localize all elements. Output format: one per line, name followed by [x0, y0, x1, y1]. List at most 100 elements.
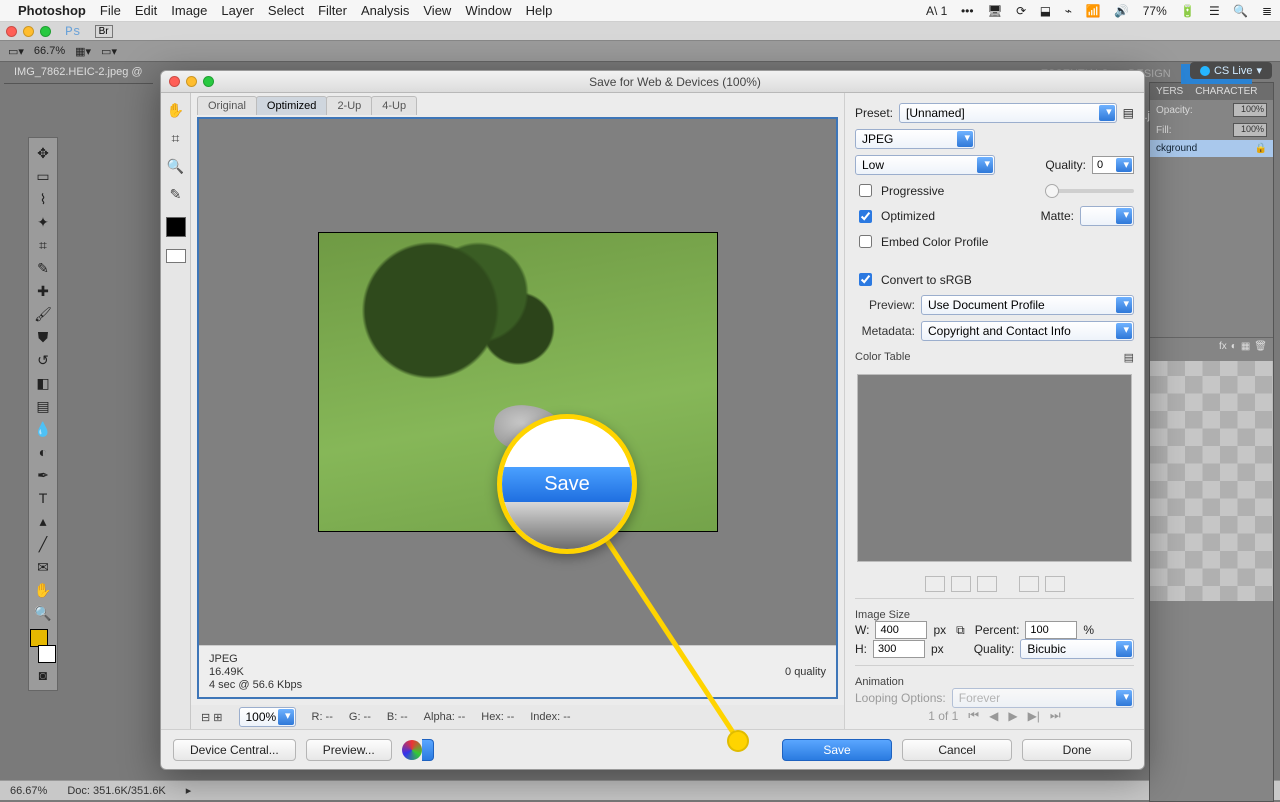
zoom-level-display[interactable]: 66.7% [34, 45, 65, 57]
eyedropper-tool-icon[interactable]: ✎ [165, 183, 187, 205]
notification-center-icon[interactable]: ≣ [1262, 4, 1272, 18]
trash-icon[interactable]: 🗑 [1254, 341, 1267, 352]
wand-tool-icon[interactable]: ✦ [32, 211, 54, 233]
zoom-tool-icon[interactable]: 🔍 [165, 155, 187, 177]
menu-edit[interactable]: Edit [135, 3, 157, 18]
fx-icon[interactable]: fx [1219, 341, 1227, 352]
status-menu-icon[interactable]: ▸ [186, 784, 192, 797]
marquee-tool-icon[interactable]: ▭ [32, 165, 54, 187]
crop-tool-icon[interactable]: ⌗ [32, 234, 54, 256]
layer-row[interactable]: ckground 🔒 [1150, 140, 1273, 157]
ct-btn-1[interactable] [925, 576, 945, 592]
status-zoom[interactable]: 66.67% [10, 785, 47, 797]
ct-btn-4[interactable] [1019, 576, 1039, 592]
move-tool-icon[interactable]: ✥ [32, 142, 54, 164]
dodge-tool-icon[interactable]: ◐ [32, 441, 54, 463]
metadata-select[interactable]: Copyright and Contact Info [921, 321, 1134, 341]
quality-input[interactable] [1092, 156, 1134, 174]
bluetooth-icon[interactable]: ⌁ [1065, 4, 1072, 18]
preview-profile-select[interactable]: Use Document Profile [921, 295, 1134, 315]
resample-quality-select[interactable]: Bicubic [1020, 639, 1134, 659]
preview-canvas[interactable] [199, 119, 836, 645]
progressive-checkbox[interactable] [859, 184, 872, 197]
color-table[interactable] [857, 374, 1132, 562]
spotlight-icon[interactable]: 🔍 [1233, 4, 1248, 18]
menu-image[interactable]: Image [171, 3, 207, 18]
type-tool-icon[interactable]: T [32, 487, 54, 509]
menu-analysis[interactable]: Analysis [361, 3, 409, 18]
overflow-icon[interactable]: ••• [961, 4, 974, 18]
save-button[interactable]: Save [782, 739, 892, 761]
ct-btn-5[interactable] [1045, 576, 1065, 592]
hand-tool-icon[interactable]: ✋ [32, 579, 54, 601]
mb-icon[interactable]: ▭▾ [8, 45, 24, 58]
color-table-menu-icon[interactable]: ▤ [1124, 351, 1134, 364]
dialog-min-icon[interactable] [186, 76, 197, 87]
adobe-icon[interactable]: A\ 1 [926, 4, 947, 18]
menu-view[interactable]: View [423, 3, 451, 18]
lasso-tool-icon[interactable]: ⌇ [32, 188, 54, 210]
menu-window[interactable]: Window [465, 3, 511, 18]
arrange-docs-icon[interactable]: ▦▾ [75, 45, 91, 58]
zoom-tool-icon[interactable]: 🔍 [32, 602, 54, 624]
tab-2-up[interactable]: 2-Up [326, 96, 372, 115]
volume-icon[interactable]: 🔊 [1114, 4, 1129, 18]
dialog-window-controls[interactable] [169, 76, 214, 87]
hand-tool-icon[interactable]: ✋ [165, 99, 187, 121]
notes-tool-icon[interactable]: ✉ [32, 556, 54, 578]
toggle-slices-visibility-icon[interactable] [166, 249, 186, 263]
percent-input[interactable] [1025, 621, 1077, 639]
optimized-checkbox[interactable] [859, 210, 872, 223]
zoom-out-in-icon[interactable]: ⊟ ⊞ [201, 711, 223, 724]
wifi-icon[interactable]: 📶 [1086, 4, 1101, 18]
embed-profile-checkbox[interactable] [859, 235, 872, 248]
cs-live-button[interactable]: CS Live ▾ [1190, 62, 1272, 79]
menu-file[interactable]: File [100, 3, 121, 18]
newlayer-icon[interactable]: ▦ [1241, 341, 1250, 352]
bridge-icon[interactable]: Br [95, 25, 113, 38]
gradient-tool-icon[interactable]: ▤ [32, 395, 54, 417]
app-name[interactable]: Photoshop [18, 3, 86, 18]
mask-icon[interactable]: ◐ [1231, 341, 1237, 352]
height-input[interactable] [873, 640, 925, 658]
matte-select[interactable] [1080, 206, 1134, 226]
line-tool-icon[interactable]: ╱ [32, 533, 54, 555]
dialog-zoom-icon[interactable] [203, 76, 214, 87]
menu-layer[interactable]: Layer [221, 3, 254, 18]
screen-mode-icon[interactable]: ▭▾ [101, 45, 117, 58]
eyedropper-tool-icon[interactable]: ✎ [32, 257, 54, 279]
control-center-icon[interactable]: ☰ [1209, 4, 1220, 18]
preset-select[interactable]: [Unnamed] [899, 103, 1117, 123]
pen-tool-icon[interactable]: ✒ [32, 464, 54, 486]
display-icon[interactable]: 🖥 [987, 4, 1002, 18]
link-wh-icon[interactable]: ⧉ [956, 623, 965, 638]
tab-4-up[interactable]: 4-Up [371, 96, 417, 115]
menu-select[interactable]: Select [268, 3, 304, 18]
eraser-tool-icon[interactable]: ◧ [32, 372, 54, 394]
format-select[interactable]: JPEG [855, 129, 975, 149]
device-central-button[interactable]: Device Central... [173, 739, 296, 761]
slice-select-tool-icon[interactable]: ⌗ [165, 127, 187, 149]
tab-character[interactable]: CHARACTER [1189, 83, 1263, 100]
preview-button[interactable]: Preview... [306, 739, 392, 761]
battery-percent[interactable]: 77% [1143, 4, 1167, 18]
history-brush-tool-icon[interactable]: ↺ [32, 349, 54, 371]
menu-help[interactable]: Help [526, 3, 553, 18]
sync-icon[interactable]: ⟳ [1016, 4, 1026, 18]
blur-tool-icon[interactable]: 💧 [32, 418, 54, 440]
preview-zoom-select[interactable]: 100% [239, 707, 296, 727]
dropbox-icon[interactable]: ⬓ [1040, 4, 1051, 18]
stamp-tool-icon[interactable]: ⛊ [32, 326, 54, 348]
healing-tool-icon[interactable]: ✚ [32, 280, 54, 302]
close-window-icon[interactable] [6, 26, 17, 37]
quality-preset-select[interactable]: Low [855, 155, 995, 175]
opacity-value[interactable]: 100% [1233, 103, 1267, 117]
battery-icon[interactable]: 🔋 [1180, 4, 1195, 18]
background-color-swatch[interactable] [38, 645, 56, 663]
path-select-tool-icon[interactable]: ▴ [32, 510, 54, 532]
tab-layers[interactable]: YERS [1150, 83, 1189, 100]
status-doc[interactable]: Doc: 351.6K/351.6K [67, 785, 165, 797]
done-button[interactable]: Done [1022, 739, 1132, 761]
browser-preview-icon[interactable] [402, 739, 434, 761]
ct-btn-3[interactable] [977, 576, 997, 592]
